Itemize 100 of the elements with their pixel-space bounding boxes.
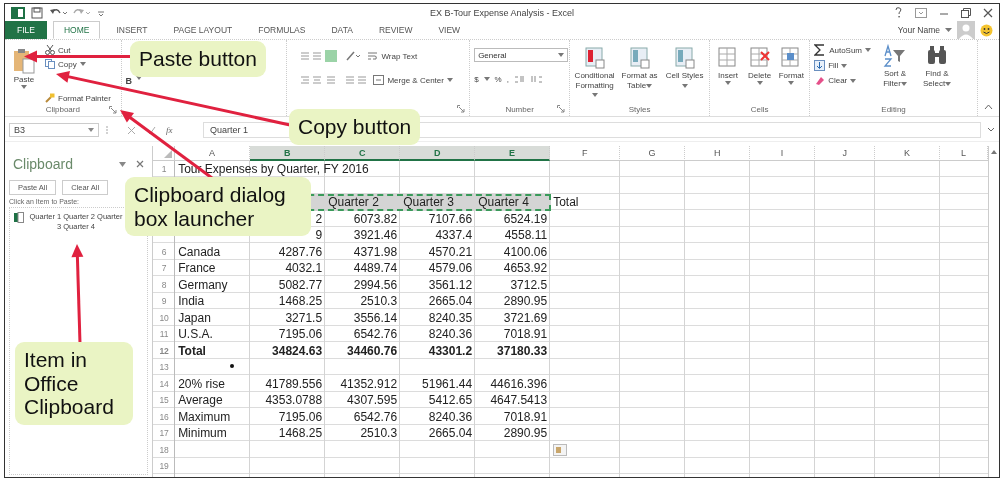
row-number[interactable]: 16 — [159, 411, 169, 422]
table-cell: 4647.5413 — [490, 393, 548, 408]
collapse-ribbon-icon[interactable] — [984, 104, 993, 110]
comma-button[interactable]: , — [506, 74, 509, 84]
table-cell: 3556.14 — [353, 310, 398, 325]
autosum-button[interactable]: AutoSum — [814, 44, 872, 56]
percent-button[interactable]: % — [494, 74, 502, 84]
caret-icon[interactable] — [483, 77, 490, 81]
column-header[interactable]: E — [475, 146, 551, 161]
restore-icon[interactable] — [961, 7, 971, 18]
cut-button[interactable]: Cut — [45, 45, 111, 55]
paste-options-icon[interactable] — [553, 443, 568, 456]
excel-item-icon — [14, 212, 24, 223]
cells-button[interactable]: Format — [777, 42, 806, 102]
row-number[interactable]: 12 — [159, 345, 169, 356]
expand-formula-bar-icon[interactable] — [987, 127, 995, 133]
sort-filter-button[interactable]: Sort & Filter — [877, 42, 914, 102]
ribbon-tab[interactable]: FORMULAS — [248, 21, 316, 39]
pane-options-icon[interactable] — [119, 161, 127, 167]
table-cell: Total — [553, 195, 579, 210]
ribbon-tab[interactable]: INSERT — [106, 21, 158, 39]
caret-icon[interactable] — [945, 27, 952, 33]
column-header[interactable]: B — [250, 146, 326, 161]
merge-center-button[interactable]: Merge & Center — [373, 75, 453, 85]
row-number[interactable]: 1 — [161, 164, 167, 175]
account-name[interactable]: Your Name — [897, 25, 940, 35]
row-number[interactable]: 7 — [161, 263, 167, 274]
style-button[interactable]: Conditional Formatting — [574, 42, 616, 102]
text-orientation-icon[interactable] — [345, 50, 362, 62]
scroll-up-icon[interactable] — [990, 148, 999, 156]
dialog-launcher-icon[interactable] — [557, 105, 566, 113]
row-number[interactable]: 8 — [161, 279, 167, 290]
row-number[interactable]: 19 — [159, 461, 169, 472]
ribbon-tab[interactable]: VIEW — [428, 21, 471, 39]
table-cell: 7195.06 — [278, 327, 323, 342]
ribbon-tab[interactable]: DATA — [321, 21, 363, 39]
group-label: Editing — [881, 104, 906, 114]
table-cell: 2890.95 — [503, 426, 548, 441]
number-format-dropdown[interactable]: General — [474, 48, 569, 62]
table-cell: 2510.3 — [360, 426, 398, 441]
group-label: Cells — [750, 104, 769, 114]
style-button[interactable]: Format as Table — [619, 42, 661, 102]
table-cell: Total — [178, 343, 206, 358]
ribbon-tab[interactable]: FILE — [5, 21, 47, 39]
find-select-button[interactable]: Find & Select — [919, 42, 956, 102]
table-style-icon — [673, 46, 696, 70]
fill-button[interactable]: Fill — [814, 60, 872, 71]
vertical-scrollbar[interactable] — [988, 146, 999, 477]
table-cell: 4371.98 — [353, 244, 398, 259]
bold-button[interactable]: B — [125, 76, 133, 86]
close-icon[interactable] — [136, 160, 145, 168]
insert-function-button[interactable]: fx — [166, 125, 173, 135]
cells-grid-icon — [716, 46, 739, 70]
ribbon-tab[interactable]: PAGE LAYOUT — [163, 21, 243, 39]
table-cell: 4558.11 — [504, 228, 548, 243]
table-cell: 44616.396 — [490, 376, 548, 391]
clear-button[interactable]: Clear — [814, 75, 872, 86]
copy-button[interactable]: Copy — [45, 59, 111, 69]
row-number[interactable]: 15 — [159, 395, 169, 406]
table-cell: 4307.595 — [347, 393, 398, 408]
cells-button[interactable]: Insert — [714, 42, 742, 102]
table-cell: 5082.77 — [278, 277, 323, 292]
cancel-icon[interactable] — [127, 125, 136, 135]
table-cell: 1468.25 — [278, 294, 323, 309]
caret-icon — [865, 48, 872, 52]
help-icon[interactable] — [895, 7, 903, 18]
column-header[interactable]: D — [400, 146, 476, 161]
row-number[interactable]: 13 — [159, 362, 169, 373]
wrap-text-button[interactable]: Wrap Text — [367, 51, 418, 61]
ribbon-tab[interactable]: REVIEW — [368, 21, 423, 39]
row-number[interactable]: 11 — [159, 329, 169, 340]
row-number[interactable]: 17 — [159, 428, 169, 439]
table-cell: 7195.06 — [278, 409, 323, 424]
pane-title: Clipboard — [13, 156, 73, 172]
table-cell: 3271.5 — [285, 310, 323, 325]
name-box[interactable]: B3 — [9, 123, 99, 137]
dialog-launcher-icon[interactable] — [457, 105, 466, 113]
row-number[interactable]: 18 — [159, 444, 169, 455]
table-cell: Minimum — [178, 426, 227, 441]
table-cell: Japan — [178, 310, 211, 325]
save-icon[interactable] — [31, 6, 43, 19]
table-style-icon — [583, 46, 606, 70]
row-number[interactable]: 9 — [161, 296, 167, 307]
cells-button[interactable]: Delete — [745, 42, 774, 102]
ribbon-tab[interactable]: HOME — [52, 21, 101, 39]
format-painter-button[interactable]: Format Painter — [45, 93, 111, 103]
currency-button[interactable]: $ — [474, 74, 479, 84]
ribbon-display-icon[interactable] — [915, 7, 927, 18]
style-button[interactable]: Cell Styles — [664, 42, 706, 102]
row-number[interactable]: 14 — [159, 378, 169, 389]
row-number[interactable]: 10 — [159, 312, 169, 323]
close-icon[interactable] — [983, 7, 993, 18]
table-cell: 7107.66 — [428, 211, 473, 226]
column-header[interactable]: C — [325, 146, 401, 161]
smiley-icon[interactable] — [980, 23, 993, 37]
table-cell: 4337.4 — [435, 228, 473, 243]
callout-tooltip: Clipboard dialog box launcher — [125, 177, 311, 237]
table-cell: 3921.46 — [353, 228, 398, 243]
row-number[interactable]: 6 — [161, 246, 167, 257]
dialog-launcher-icon[interactable] — [108, 106, 117, 114]
